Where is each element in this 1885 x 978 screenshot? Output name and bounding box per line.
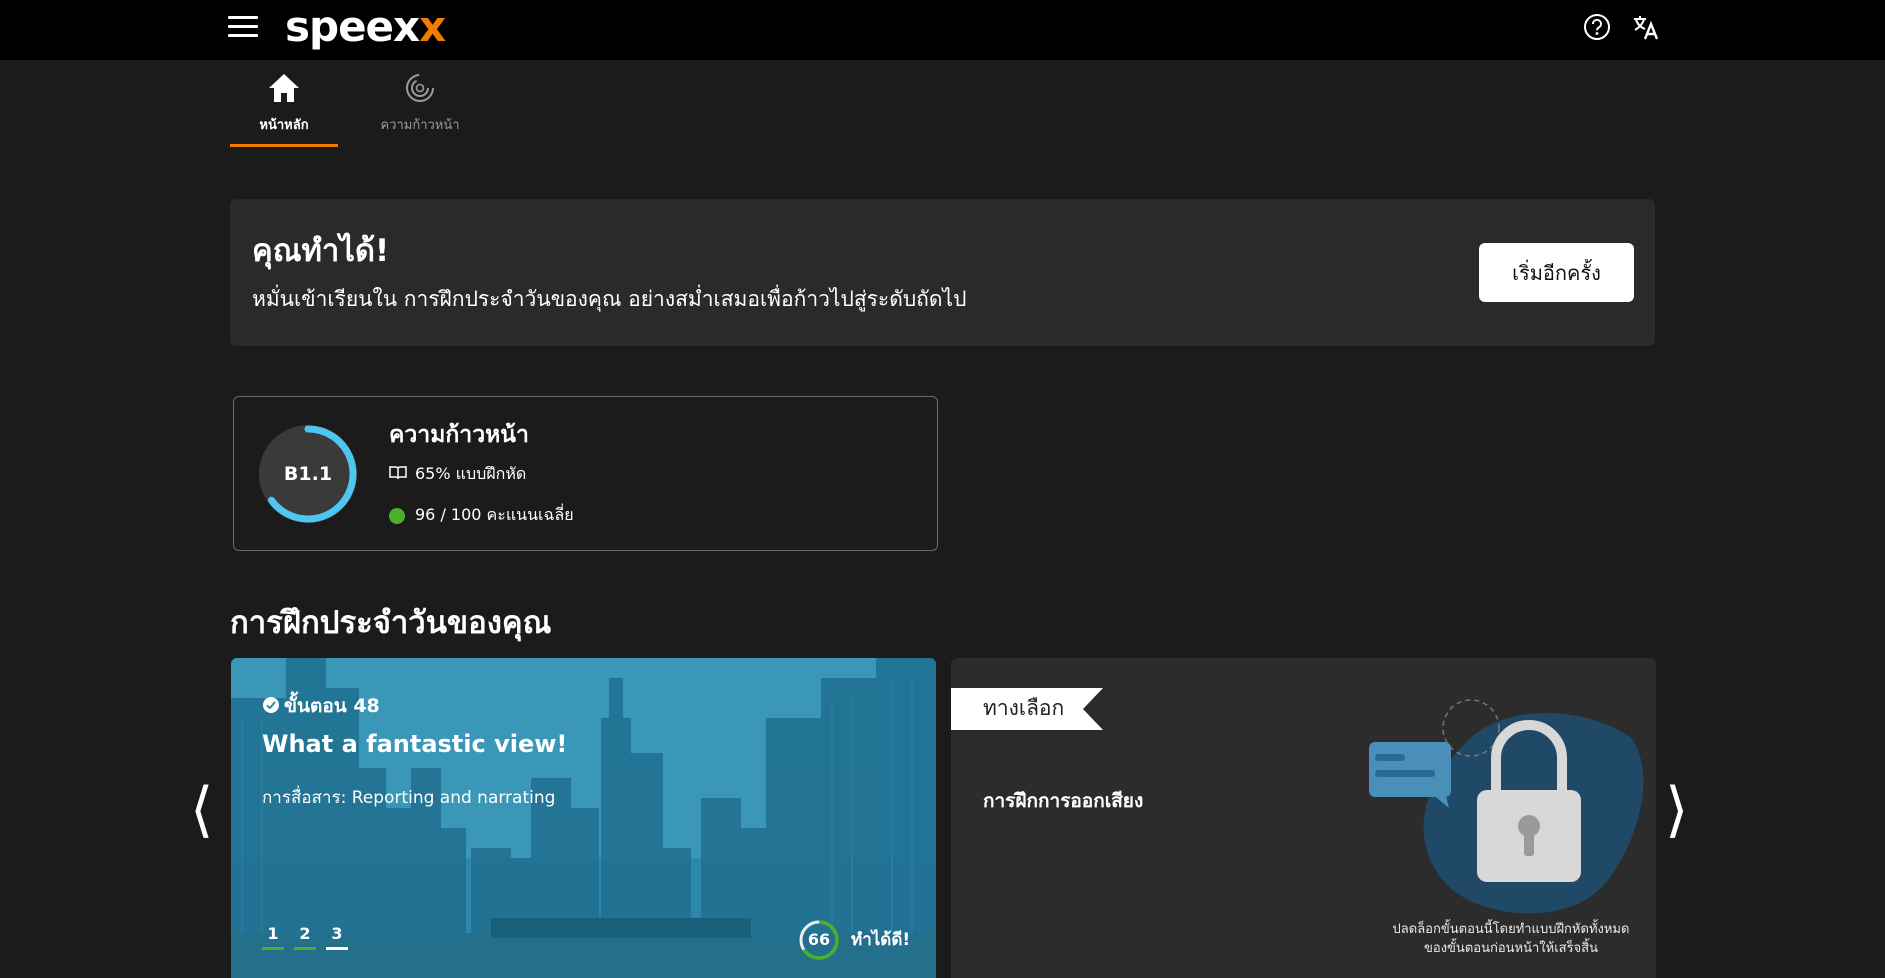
exercises-text: 65% แบบฝึกหัด (415, 464, 527, 483)
check-circle-icon (263, 697, 279, 713)
home-icon (269, 74, 299, 102)
progress-card[interactable]: B1.1 ความก้าวหน้า 65% แบบฝึกหัด 96 / 100… (233, 396, 938, 551)
score-label: ทำได้ดี! (851, 930, 911, 950)
help-circle-icon[interactable] (1582, 12, 1612, 42)
banner-subtitle: หมั่นเข้าเรียนใน การฝึกประจำวันของคุณ อย… (252, 287, 967, 311)
tab-progress-label: ความก้าวหน้า (380, 118, 460, 133)
lesson-title: What a fantastic view! (262, 730, 568, 758)
lock-icon (1369, 699, 1644, 914)
lesson-card[interactable]: ขั้นตอน 48 What a fantastic view! การสื่… (231, 658, 936, 978)
unlock-note-line2: ของขั้นตอนก่อนหน้าให้เสร็จสิ้น (1424, 941, 1598, 956)
unlock-note: ปลดล็อกขั้นตอนนี้โดยทำแบบฝึกหัดทั้งหมด ข… (1351, 920, 1656, 958)
tab-home-label: หน้าหลัก (259, 118, 309, 133)
carousel-prev-arrow[interactable]: ⟨ (190, 780, 213, 840)
progress-title: ความก้าวหน้า (389, 422, 529, 448)
carousel-next-arrow[interactable]: ⟩ (1665, 780, 1688, 840)
daily-practice-title: การฝึกประจำวันของคุณ (230, 605, 552, 641)
exercises-row: 65% แบบฝึกหัด (389, 462, 526, 487)
banner-title: คุณทำได้! (252, 233, 390, 269)
pager-item-2[interactable]: 2 (294, 924, 316, 950)
lesson-pager: 123 (262, 924, 358, 950)
optional-lesson-card[interactable]: ทางเลือก การฝึกการออกเสียง ปลดล็อกขั้นตอ… (951, 658, 1656, 978)
pager-item-3[interactable]: 3 (326, 924, 348, 950)
congrats-banner: คุณทำได้! หมั่นเข้าเรียนใน การฝึกประจำวั… (230, 199, 1655, 346)
restart-button[interactable]: เริ่มอีกครั้ง (1479, 243, 1634, 302)
green-dot-icon (389, 507, 405, 524)
tab-home[interactable]: หน้าหลัก (230, 72, 338, 147)
logo-main-text: speex (285, 2, 420, 51)
hamburger-menu-icon[interactable] (228, 16, 258, 40)
option-ribbon-label: ทางเลือก (983, 696, 1065, 720)
speexx-logo[interactable]: speexx (285, 2, 446, 52)
pager-item-1[interactable]: 1 (262, 924, 284, 950)
logo-accent-text: x (419, 2, 446, 51)
tab-progress[interactable]: ความก้าวหน้า (370, 72, 470, 147)
level-label: B1.1 (283, 463, 333, 485)
top-bar: speexx (0, 0, 1885, 60)
lesson-topic: การสื่อสาร: Reporting and narrating (262, 788, 556, 808)
average-score-text: 96 / 100 คะแนนเฉลี่ย (415, 505, 574, 524)
option-title: การฝึกการออกเสียง (983, 790, 1144, 812)
unlock-note-line1: ปลดล็อกขั้นตอนนี้โดยทำแบบฝึกหัดทั้งหมด (1392, 922, 1630, 937)
score-value: 66 (807, 930, 831, 949)
score-row: 96 / 100 คะแนนเฉลี่ย (389, 503, 574, 528)
book-icon (389, 465, 407, 485)
lesson-step: ขั้นตอน 48 (262, 691, 380, 721)
lesson-step-text: ขั้นตอน 48 (284, 695, 380, 717)
translate-icon[interactable] (1631, 12, 1661, 42)
progress-ring-icon (406, 74, 434, 102)
